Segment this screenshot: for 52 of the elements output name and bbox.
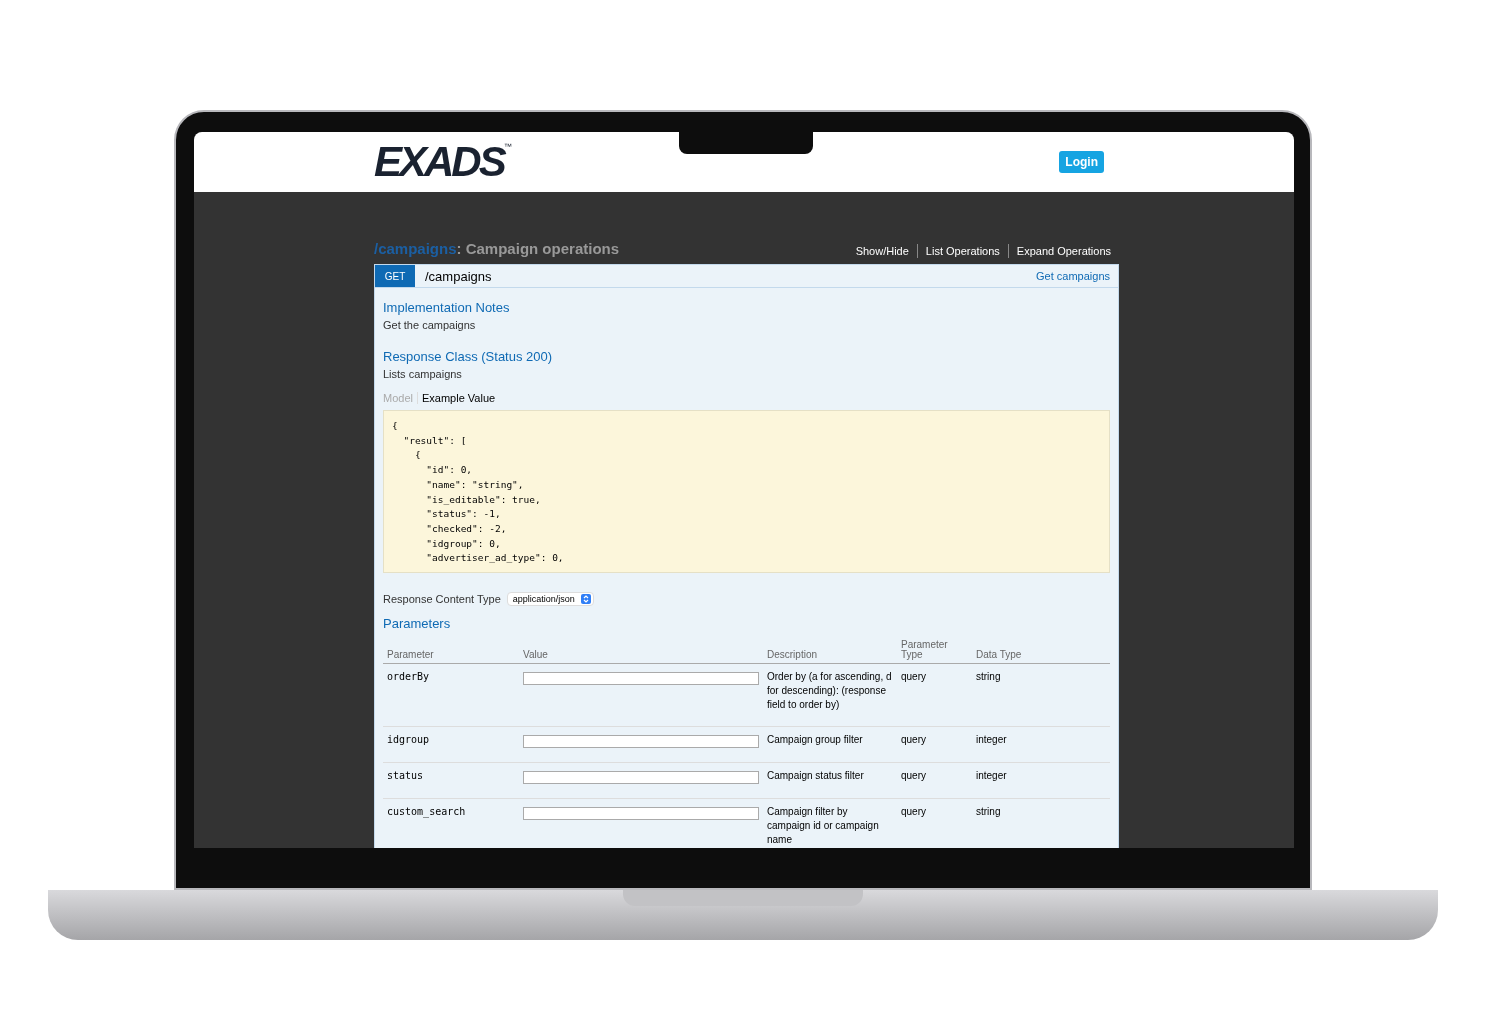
operations-link[interactable]: Expand Operations [1016, 245, 1111, 257]
section-heading: Implementation Notes [383, 300, 511, 315]
data-type: string [976, 806, 1001, 817]
content-type-label: Response Content Type [383, 593, 501, 605]
column-header: Parameter [387, 649, 434, 660]
data-type: integer [976, 770, 1007, 781]
parameter-type: query [901, 770, 926, 781]
value-input[interactable] [523, 735, 759, 748]
code-line: { [413, 448, 422, 463]
parameter-type: query [901, 671, 926, 682]
operations-link[interactable]: List Operations [925, 245, 1000, 257]
model-tab[interactable]: Example Value [416, 392, 500, 404]
column-header: Parameter Type [901, 639, 948, 660]
parameter-name: status [387, 770, 424, 781]
data-type: string [976, 671, 1001, 682]
code-line: "result": [ [402, 433, 468, 448]
column-header: Value [523, 649, 548, 660]
code-line: { [392, 419, 399, 433]
code-line: "status": -1, [425, 507, 502, 522]
content-type-select[interactable]: application/json [506, 592, 594, 606]
code-line: "advertiser_ad_type": 0, [425, 551, 565, 566]
parameter-name: custom_search [387, 806, 466, 817]
code-line: "checked": -2, [425, 521, 508, 536]
code-line: "id": 0, [425, 463, 474, 478]
logo[interactable]: EXADS [374, 138, 504, 186]
operations-link[interactable]: Show/Hide [855, 245, 909, 257]
parameter-name: idgroup [387, 734, 430, 745]
method-badge: GET [375, 265, 415, 287]
description-text: Campaign filter by campaign id or campaign name [767, 806, 879, 845]
resource-title: : Campaign operations [456, 240, 620, 257]
code-line: "name": "string", [425, 477, 525, 492]
parameter-name: orderBy [387, 671, 430, 682]
description-text: Order by (a for ascending, d for descending): (response field to order by) [767, 671, 892, 710]
code-line: "is_editable": true, [425, 492, 542, 507]
description-text: Campaign status filter [767, 770, 864, 781]
section-heading: Parameters [383, 616, 452, 631]
value-input[interactable] [523, 771, 759, 784]
value-input[interactable] [523, 672, 759, 685]
column-header: Data Type [976, 649, 1022, 660]
section-heading: Response Class (Status 200) [383, 349, 554, 364]
value-input[interactable] [523, 807, 759, 820]
operation-summary-link[interactable]: Get campaigns [1036, 270, 1118, 282]
operation-path[interactable]: /campaigns [425, 268, 1036, 284]
parameter-type: query [901, 734, 926, 745]
notes-text: Get the campaigns [383, 319, 477, 331]
code-line: "idgroup": 0, [425, 536, 502, 551]
data-type: integer [976, 734, 1007, 745]
column-header: Description [767, 649, 818, 660]
parameter-type: query [901, 806, 926, 817]
description-text: Campaign group filter [767, 734, 863, 745]
dropdown-arrows-icon [580, 594, 591, 604]
response-text: Lists campaigns [383, 368, 463, 380]
